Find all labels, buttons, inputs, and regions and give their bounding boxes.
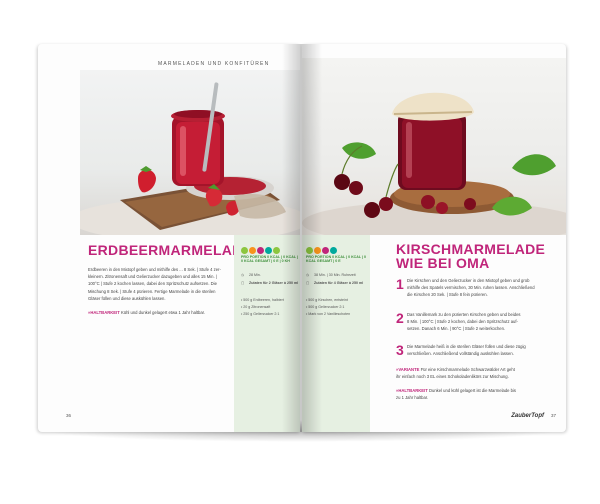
strawberry-jam-photo	[80, 70, 300, 235]
recipe-title: KIRSCHMARMELADE WIE BEI OMA	[396, 242, 545, 270]
strawberry-jam-illustration	[80, 82, 300, 235]
recipe-title: ERDBEERMARMELADE	[88, 242, 253, 258]
brand-logo: ZauberTopf	[511, 413, 544, 419]
cherry-jam-photo	[302, 58, 566, 235]
category-icon	[257, 247, 264, 255]
clock-icon: ◷	[241, 273, 245, 277]
body-line: Mischung 8 Sek. | Stufe 4 pürieren. Fert…	[88, 288, 216, 294]
step-text: Die Kirschen und den Gelierzucker in den…	[407, 278, 535, 297]
body-line: Erdbeeren in den Mixtopf geben und mithi…	[88, 267, 221, 272]
note-text: Kühl und dunkel gelagert etwa 1 Jahr hal…	[120, 310, 206, 315]
variant-note: »VARIANTE Für eine Kirschmarmelade Schwa…	[396, 367, 515, 379]
step-number: 2	[396, 310, 404, 326]
note-label: »HALTBARKEIT	[88, 310, 120, 315]
shelf-life-note: »HALTBARKEIT Dunkel und kühl gelagert is…	[396, 388, 517, 400]
jar-icon: ▢	[241, 281, 245, 285]
ingredient-item: • 500 g Erdbeeren, halbiert	[241, 298, 284, 302]
title-line: WIE BEI OMA	[396, 255, 490, 271]
cherry-jam-illustration	[302, 92, 566, 235]
note-label: »HALTBARKEIT	[396, 388, 428, 393]
step-number: 1	[396, 276, 404, 292]
page-number: 37	[550, 413, 556, 418]
right-page: PRO PORTION 0 KCAL | 0 KCAL | 0 KCAL GES…	[302, 44, 566, 432]
step-text: Die Marmelade heiß in die sterilen Gläse…	[407, 344, 526, 356]
book-gutter	[282, 44, 322, 432]
step-text: Das Vanillemark zu den pürierten Kirsche…	[407, 312, 521, 331]
ingredient-item: • 20 g Zitronensaft	[241, 305, 271, 309]
category-icon	[249, 247, 256, 255]
category-icon	[273, 247, 280, 255]
prep-time: 28 Min.	[249, 273, 261, 277]
ingredient-list: • 500 g Erdbeeren, halbiert • 20 g Zitro…	[241, 297, 284, 318]
step-number: 3	[396, 342, 404, 358]
shelf-life-note: »HALTBARKEIT Kühl und dunkel gelagert et…	[88, 310, 248, 315]
ingredient-item: • 250 g Gelierzucker 2:1	[241, 312, 280, 316]
body-line: kleinern. Zitronensaft und Gelierzucker …	[88, 274, 217, 280]
open-cookbook: MARMELADEN UND KONFITÜREN ERDBEERMARMELA…	[38, 44, 566, 434]
recipe-body: Erdbeeren in den Mixtopf geben und mithi…	[88, 266, 238, 302]
page-number: 36	[66, 413, 72, 418]
category-icon	[322, 247, 329, 255]
body-line: 100°C | Stufe 2 kochen lassen, dabei den…	[88, 281, 217, 287]
category-icon	[330, 247, 337, 255]
category-icon	[241, 247, 248, 255]
body-line: Gläser füllen und diese auskühlen lassen…	[88, 295, 166, 301]
variant-label: »VARIANTE	[396, 367, 420, 372]
left-page: MARMELADEN UND KONFITÜREN ERDBEERMARMELA…	[38, 44, 300, 432]
title-line: KIRSCHMARMELADE	[396, 241, 546, 257]
category-icon	[265, 247, 272, 255]
running-head: MARMELADEN UND KONFITÜREN	[158, 61, 270, 67]
